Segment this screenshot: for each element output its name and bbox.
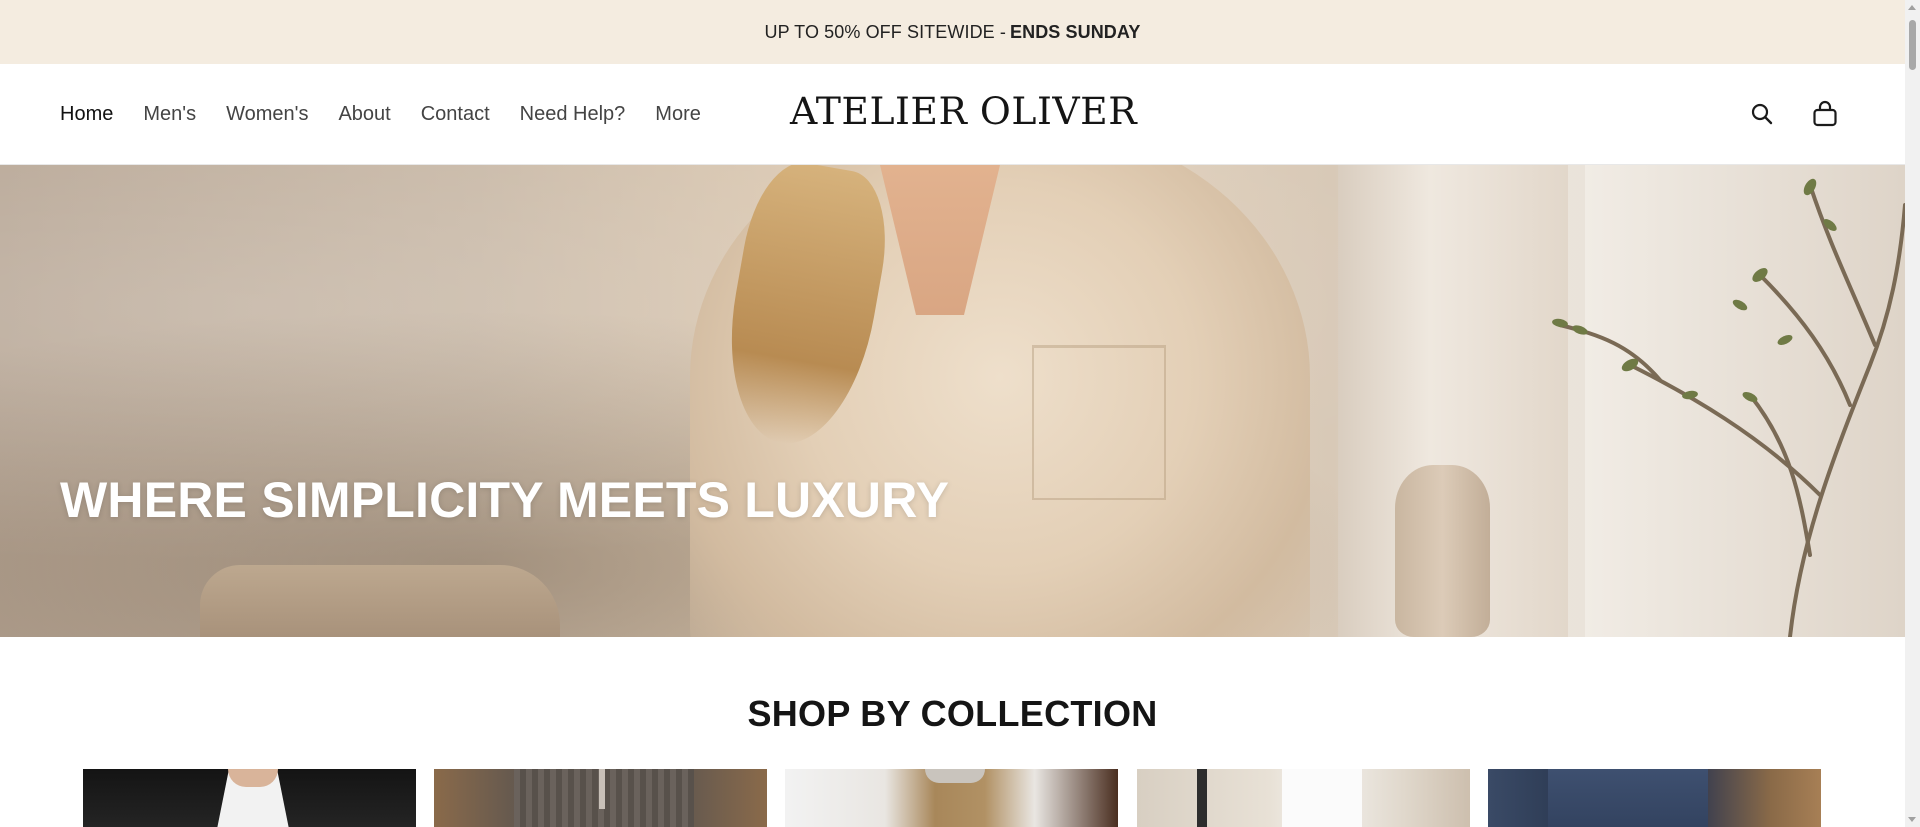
collection-card-5[interactable] [1488, 769, 1821, 827]
nav-item-contact[interactable]: Contact [421, 103, 490, 126]
nav-item-womens[interactable]: Women's [226, 103, 308, 126]
collection-image-5 [1548, 769, 1708, 827]
shop-by-collection-section: SHOP BY COLLECTION [0, 637, 1905, 827]
hero-shirt-pocket [1032, 345, 1166, 500]
hero-pillow [200, 565, 560, 637]
header-actions [1748, 64, 1839, 164]
announcement-text: UP TO 50% OFF SITEWIDE - [764, 21, 1006, 42]
site-logo[interactable]: ATELIER OLIVER [790, 90, 1137, 133]
search-button[interactable] [1748, 100, 1776, 128]
collection-image-4-detail [1197, 769, 1207, 827]
hero-title: WHERE SIMPLICITY MEETS LUXURY [60, 472, 950, 528]
cart-button[interactable] [1811, 100, 1839, 128]
shopping-bag-icon [1813, 100, 1837, 127]
hero-banner[interactable]: WHERE SIMPLICITY MEETS LUXURY [0, 165, 1905, 637]
collection-image-2-detail [599, 769, 605, 809]
scroll-down-arrow-icon[interactable] [1908, 817, 1916, 822]
nav-item-need-help[interactable]: Need Help? [520, 103, 626, 126]
search-icon [1751, 103, 1773, 125]
scroll-up-arrow-icon[interactable] [1908, 5, 1916, 10]
collection-image-4 [1282, 769, 1362, 827]
scrollbar-thumb[interactable] [1909, 20, 1916, 70]
section-title: SHOP BY COLLECTION [747, 693, 1158, 734]
collection-card-2[interactable] [434, 769, 767, 827]
page-scrollbar[interactable] [1905, 0, 1920, 827]
hero-plant-branches [1552, 178, 1905, 637]
collection-card-1[interactable] [83, 769, 416, 827]
collection-card-3[interactable] [785, 769, 1118, 827]
announcement-emphasis: ENDS SUNDAY [1009, 21, 1141, 42]
nav-item-mens[interactable]: Men's [143, 103, 196, 126]
nav-item-about[interactable]: About [338, 103, 390, 126]
main-nav: Home Men's Women's About Contact Need He… [60, 64, 731, 164]
site-header: Home Men's Women's About Contact Need He… [0, 64, 1905, 165]
collection-image-3 [925, 769, 985, 783]
announcement-bar: UP TO 50% OFF SITEWIDE - ENDS SUNDAY [0, 0, 1905, 64]
page: UP TO 50% OFF SITEWIDE - ENDS SUNDAY Hom… [0, 0, 1905, 827]
collection-card-4[interactable] [1137, 769, 1470, 827]
nav-item-more[interactable]: More [655, 103, 701, 126]
nav-item-home[interactable]: Home [60, 103, 113, 126]
